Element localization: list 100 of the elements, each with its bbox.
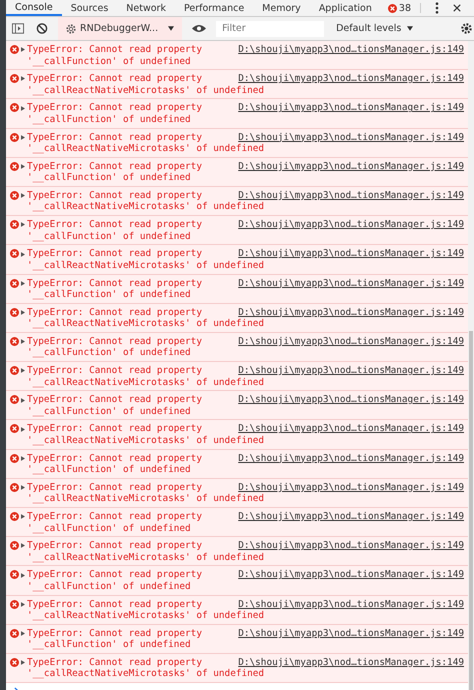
source-link[interactable]: D:\shouji\myapp3\nod…tionsManager.js:149 (238, 569, 464, 581)
panel-tab[interactable]: Memory (253, 0, 310, 16)
error-detail: '__callReactNativeMicrotasks' of undefined (27, 143, 266, 155)
error-text: TypeError: Cannot read property (27, 365, 202, 377)
expand-arrow-icon[interactable] (21, 280, 25, 286)
error-text: TypeError: Cannot read property (27, 540, 202, 552)
context-label: RNDebuggerW... (80, 23, 158, 34)
error-text: TypeError: Cannot read property (27, 394, 202, 406)
panel-tab[interactable]: Application (310, 0, 381, 16)
source-link[interactable]: D:\shouji\myapp3\nod…tionsManager.js:149 (238, 73, 464, 85)
source-link[interactable]: D:\shouji\myapp3\nod…tionsManager.js:149 (238, 598, 464, 610)
error-text: TypeError: Cannot read property (27, 190, 202, 202)
caret-icon (407, 26, 414, 31)
expand-arrow-icon[interactable] (21, 76, 25, 82)
error-detail: '__callReactNativeMicrotasks' of undefined (27, 434, 266, 446)
error-icon (10, 512, 19, 521)
source-link[interactable]: D:\shouji\myapp3\nod…tionsManager.js:149 (238, 656, 464, 668)
expand-arrow-icon[interactable] (21, 602, 25, 607)
source-link[interactable]: D:\shouji\myapp3\nod…tionsManager.js:149 (238, 160, 464, 172)
clear-console-icon[interactable] (36, 23, 48, 34)
error-icon (10, 74, 19, 84)
expand-arrow-icon[interactable] (21, 543, 25, 548)
panel-tab[interactable]: Network (117, 0, 175, 16)
expand-arrow-icon[interactable] (21, 106, 25, 111)
expand-arrow-icon[interactable] (21, 47, 25, 52)
expand-arrow-icon[interactable] (21, 310, 25, 315)
expand-arrow-icon[interactable] (21, 368, 25, 374)
expand-arrow-icon[interactable] (21, 426, 25, 432)
filter-field[interactable]: Filter (216, 20, 324, 36)
error-icon (10, 190, 19, 200)
close-icon[interactable] (453, 4, 461, 12)
panel-tab[interactable]: Sources (62, 0, 118, 16)
source-link[interactable]: D:\shouji\myapp3\nod…tionsManager.js:149 (238, 365, 464, 377)
error-icon (10, 162, 19, 171)
source-link[interactable]: D:\shouji\myapp3\nod…tionsManager.js:149 (238, 336, 464, 348)
error-icon (10, 424, 19, 434)
error-icon (388, 4, 397, 12)
error-detail: '__callReactNativeMicrotasks' of undefined (27, 376, 266, 388)
error-detail: '__callFunction' of undefined (27, 464, 192, 476)
error-detail: '__callReactNativeMicrotasks' of undefined (27, 260, 266, 272)
source-link[interactable]: D:\shouji\myapp3\nod…tionsManager.js:149 (238, 511, 464, 522)
source-link[interactable]: D:\shouji\myapp3\nod…tionsManager.js:149 (238, 278, 464, 289)
error-detail: '__callReactNativeMicrotasks' of undefined (27, 201, 266, 213)
source-link[interactable]: D:\shouji\myapp3\nod…tionsManager.js:149 (238, 306, 464, 318)
expand-arrow-icon[interactable] (21, 485, 25, 490)
source-link[interactable]: D:\shouji\myapp3\nod…tionsManager.js:149 (238, 452, 464, 464)
source-link[interactable]: D:\shouji\myapp3\nod…tionsManager.js:149 (238, 248, 464, 260)
source-link[interactable]: D:\shouji\myapp3\nod…tionsManager.js:149 (238, 132, 464, 144)
context-selector[interactable]: RNDebuggerW... (58, 17, 182, 40)
error-text: TypeError: Cannot read property (27, 160, 202, 172)
source-link[interactable]: D:\shouji\myapp3\nod…tionsManager.js:149 (238, 482, 464, 494)
error-icon (10, 103, 19, 112)
source-link[interactable]: D:\shouji\myapp3\nod…tionsManager.js:149 (238, 423, 464, 435)
log-levels-dropdown[interactable]: Default levels (332, 23, 418, 34)
source-link[interactable]: D:\shouji\myapp3\nod…tionsManager.js:149 (238, 219, 464, 231)
error-detail: '__callFunction' of undefined (27, 56, 192, 67)
more-options-icon[interactable] (435, 2, 439, 14)
source-link[interactable]: D:\shouji\myapp3\nod…tionsManager.js:149 (238, 394, 464, 406)
sidebar-toggle-icon[interactable] (12, 23, 24, 34)
error-detail: '__callFunction' of undefined (27, 289, 192, 300)
error-text: TypeError: Cannot read property (27, 306, 202, 318)
expand-arrow-icon[interactable] (21, 134, 25, 140)
source-link[interactable]: D:\shouji\myapp3\nod…tionsManager.js:149 (238, 540, 464, 552)
expand-arrow-icon[interactable] (21, 572, 25, 578)
settings-icon[interactable] (461, 23, 472, 34)
error-icon (10, 220, 19, 230)
expand-arrow-icon[interactable] (21, 252, 25, 257)
gear-icon (66, 24, 76, 34)
error-detail: '__callReactNativeMicrotasks' of undefined (27, 318, 266, 330)
error-icon (10, 45, 19, 54)
error-text: TypeError: Cannot read property (27, 511, 202, 522)
expand-arrow-icon[interactable] (21, 398, 25, 402)
error-detail: '__callFunction' of undefined (27, 522, 192, 534)
expand-arrow-icon[interactable] (21, 339, 25, 344)
source-link[interactable]: D:\shouji\myapp3\nod…tionsManager.js:149 (238, 628, 464, 640)
expand-arrow-icon[interactable] (21, 193, 25, 198)
error-text: TypeError: Cannot read property (27, 482, 202, 494)
error-text: TypeError: Cannot read property (27, 452, 202, 464)
source-link[interactable]: D:\shouji\myapp3\nod…tionsManager.js:149 (238, 102, 464, 114)
error-text: TypeError: Cannot read property (27, 656, 202, 668)
error-count-badge[interactable]: 38 (384, 0, 414, 16)
error-detail: '__callFunction' of undefined (27, 347, 192, 359)
eye-icon[interactable] (192, 24, 206, 33)
error-text: TypeError: Cannot read property (27, 73, 202, 85)
expand-arrow-icon[interactable] (21, 660, 25, 666)
expand-arrow-icon[interactable] (21, 631, 25, 636)
expand-arrow-icon[interactable] (21, 514, 25, 520)
error-detail: '__callFunction' of undefined (27, 172, 192, 184)
error-text: TypeError: Cannot read property (27, 248, 202, 260)
expand-arrow-icon[interactable] (21, 456, 25, 461)
error-icon (10, 278, 19, 288)
expand-arrow-icon[interactable] (21, 164, 25, 169)
expand-arrow-icon[interactable] (21, 222, 25, 228)
error-text: TypeError: Cannot read property (27, 336, 202, 348)
panel-tab[interactable]: Performance (174, 0, 254, 16)
error-detail: '__callFunction' of undefined (27, 406, 192, 418)
error-detail: '__callFunction' of undefined (27, 580, 192, 592)
source-link[interactable]: D:\shouji\myapp3\nod…tionsManager.js:149 (238, 190, 464, 202)
error-detail: '__callFunction' of undefined (27, 114, 192, 126)
source-link[interactable]: D:\shouji\myapp3\nod…tionsManager.js:149 (238, 44, 464, 56)
